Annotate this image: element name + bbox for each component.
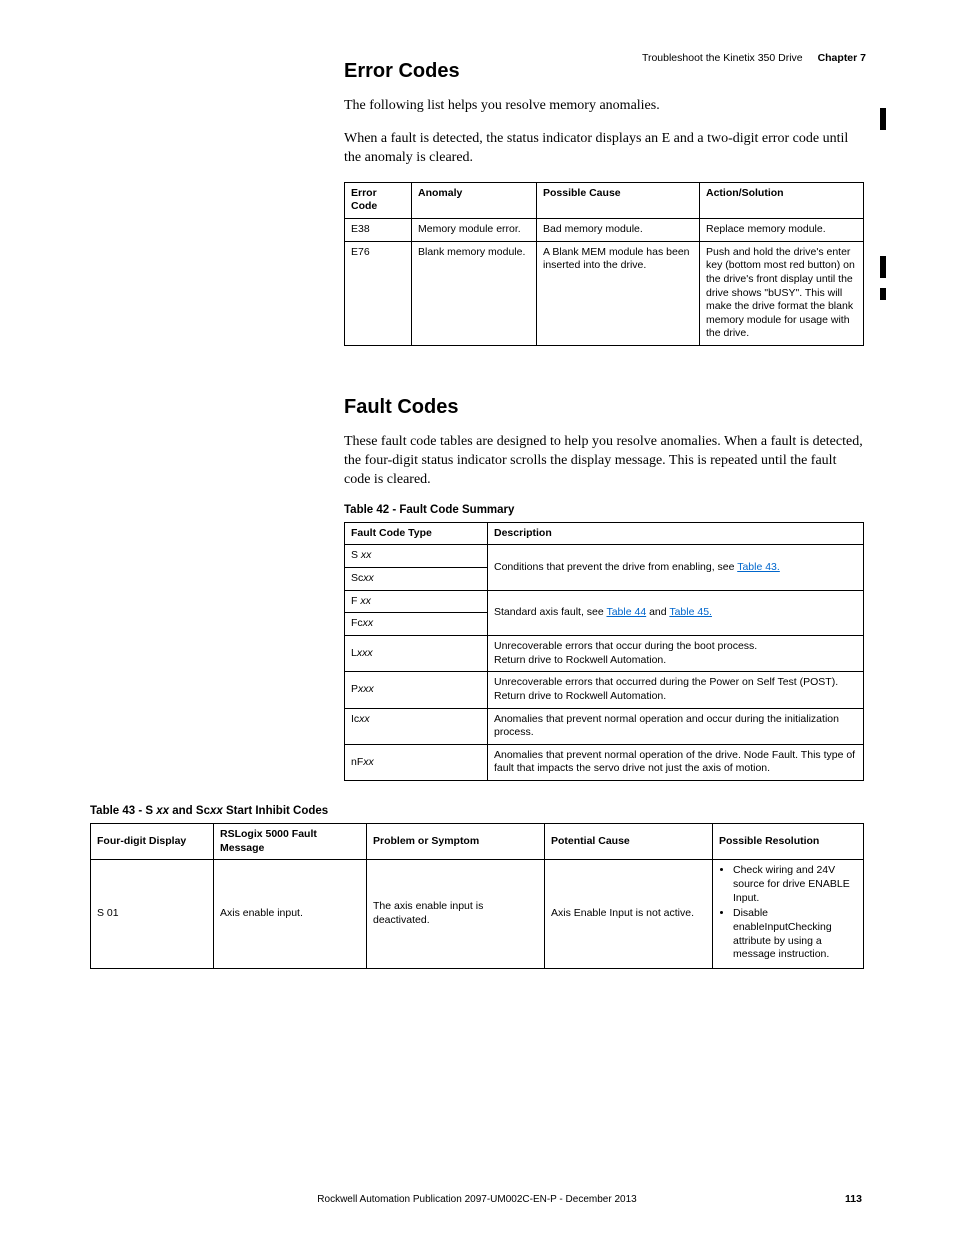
th-cause: Potential Cause xyxy=(545,824,713,860)
th-desc: Description xyxy=(488,522,864,545)
cell: Lxxx xyxy=(345,635,488,671)
fault-summary-table: Fault Code Type Description S xx Conditi… xyxy=(344,522,864,781)
table-caption: Table 42 - Fault Code Summary xyxy=(344,504,864,516)
cell: Conditions that prevent the drive from e… xyxy=(488,545,864,590)
th-action: Action/Solution xyxy=(700,182,864,218)
table-row: Lxxx Unrecoverable errors that occur dur… xyxy=(345,635,864,671)
cell: Axis enable input. xyxy=(214,860,367,968)
link-table-45[interactable]: Table 45. xyxy=(669,606,712,618)
cell: Pxxx xyxy=(345,672,488,708)
th-cause: Possible Cause xyxy=(537,182,700,218)
change-bar xyxy=(880,108,886,130)
resolution-item: Disable enableInputChecking attribute by… xyxy=(733,907,857,962)
cell: Standard axis fault, see Table 44 and Ta… xyxy=(488,590,864,635)
error-code-table: Error Code Anomaly Possible Cause Action… xyxy=(344,182,864,346)
breadcrumb: Troubleshoot the Kinetix 350 Drive xyxy=(642,52,803,64)
th-resolution: Possible Resolution xyxy=(713,824,864,860)
table-row: nFxx Anomalies that prevent normal opera… xyxy=(345,744,864,780)
table-row: F xx Standard axis fault, see Table 44 a… xyxy=(345,590,864,613)
cell: E38 xyxy=(345,218,412,241)
cell: Scxx xyxy=(345,568,488,591)
th-display: Four-digit Display xyxy=(91,824,214,860)
page-number: 113 xyxy=(845,1193,862,1205)
table-row: S xx Conditions that prevent the drive f… xyxy=(345,545,864,568)
inhibit-codes-section: Table 43 - S xx and Scxx Start Inhibit C… xyxy=(90,805,864,969)
cell: Bad memory module. xyxy=(537,218,700,241)
page: Troubleshoot the Kinetix 350 Drive Chapt… xyxy=(0,0,954,1235)
cell: The axis enable input is deactivated. xyxy=(367,860,545,968)
body-paragraph: The following list helps you resolve mem… xyxy=(344,97,864,116)
cell: Replace memory module. xyxy=(700,218,864,241)
th-anomaly: Anomaly xyxy=(412,182,537,218)
cell: Anomalies that prevent normal operation … xyxy=(488,708,864,744)
cell: Axis Enable Input is not active. xyxy=(545,860,713,968)
cell: nFxx xyxy=(345,744,488,780)
cell: Anomalies that prevent normal operation … xyxy=(488,744,864,780)
cell: Unrecoverable errors that occur during t… xyxy=(488,635,864,671)
cell: A Blank MEM module has been inserted int… xyxy=(537,241,700,345)
th-msg: RSLogix 5000 Fault Message xyxy=(214,824,367,860)
th-type: Fault Code Type xyxy=(345,522,488,545)
cell: Unrecoverable errors that occurred durin… xyxy=(488,672,864,708)
cell: Fcxx xyxy=(345,613,488,636)
resolution-item: Check wiring and 24V source for drive EN… xyxy=(733,864,857,905)
table-row: Pxxx Unrecoverable errors that occurred … xyxy=(345,672,864,708)
body-paragraph: When a fault is detected, the status ind… xyxy=(344,130,864,168)
chapter-label: Chapter 7 xyxy=(818,52,866,64)
table-row: E38 Memory module error. Bad memory modu… xyxy=(345,218,864,241)
error-codes-section: Error Codes The following list helps you… xyxy=(344,60,864,346)
cell: Icxx xyxy=(345,708,488,744)
th-problem: Problem or Symptom xyxy=(367,824,545,860)
cell: Blank memory module. xyxy=(412,241,537,345)
body-paragraph: These fault code tables are designed to … xyxy=(344,433,864,490)
table-row: E76 Blank memory module. A Blank MEM mod… xyxy=(345,241,864,345)
inhibit-codes-table: Four-digit Display RSLogix 5000 Fault Me… xyxy=(90,823,864,969)
section-heading: Fault Codes xyxy=(344,396,864,419)
change-bar xyxy=(880,288,886,300)
table-caption: Table 43 - S xx and Scxx Start Inhibit C… xyxy=(90,805,864,817)
fault-codes-section: Fault Codes These fault code tables are … xyxy=(344,396,864,781)
th-error-code: Error Code xyxy=(345,182,412,218)
link-table-43[interactable]: Table 43. xyxy=(737,561,780,573)
table-row: S 01 Axis enable input. The axis enable … xyxy=(91,860,864,968)
cell: S xx xyxy=(345,545,488,568)
footer-publication: Rockwell Automation Publication 2097-UM0… xyxy=(0,1194,954,1205)
cell: F xx xyxy=(345,590,488,613)
link-table-44[interactable]: Table 44 xyxy=(606,606,646,618)
cell: Memory module error. xyxy=(412,218,537,241)
cell: Push and hold the drive's enter key (bot… xyxy=(700,241,864,345)
cell: Check wiring and 24V source for drive EN… xyxy=(713,860,864,968)
change-bar xyxy=(880,256,886,278)
table-row: Icxx Anomalies that prevent normal opera… xyxy=(345,708,864,744)
cell: E76 xyxy=(345,241,412,345)
running-header: Troubleshoot the Kinetix 350 Drive Chapt… xyxy=(642,52,866,64)
cell: S 01 xyxy=(91,860,214,968)
